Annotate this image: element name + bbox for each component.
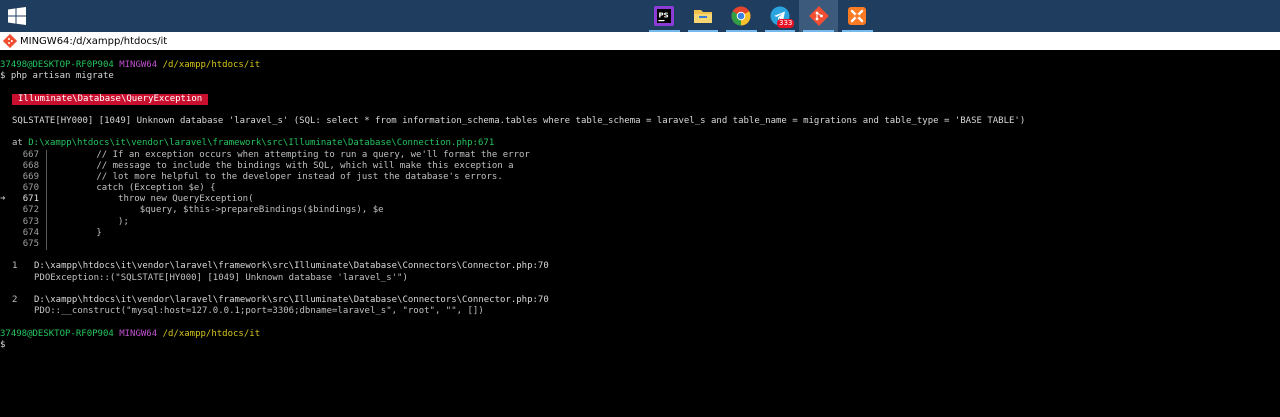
trace-frame: 2 D:\xampp\htdocs\it\vendor\laravel\frame…	[0, 295, 1268, 306]
code-line-marker	[0, 228, 12, 239]
prompt-line: 37498@DESKTOP-RF0P904 MINGW64 /d/xampp/h…	[0, 60, 1268, 71]
xampp-icon	[848, 7, 867, 25]
line-number: 675	[22, 239, 39, 249]
code-gutter	[39, 205, 47, 217]
error-message: SQLSTATE[HY000] [1049] Unknown database …	[12, 115, 1026, 126]
code-line-marker	[0, 205, 12, 216]
line-number: 673	[22, 216, 39, 227]
code-gutter	[39, 216, 47, 228]
taskbar-chrome[interactable]	[722, 0, 761, 32]
exception-class-badge: Illuminate\Database\QueryException	[12, 93, 209, 105]
taskbar-pinned-apps: PS 333	[645, 0, 877, 32]
code-line-marker	[0, 217, 12, 228]
code-line-marker	[0, 172, 12, 183]
trace-number: 2	[12, 294, 18, 305]
code-text: catch (Exception $e) {	[53, 183, 216, 194]
trace-file: D:\xampp\htdocs\it\vendor\laravel\framew…	[34, 261, 549, 272]
code-line: 670 catch (Exception $e) {	[0, 183, 1268, 195]
code-line: 675	[0, 239, 1268, 251]
trace-call: PDOException::("SQLSTATE[HY000] [1049] U…	[34, 272, 408, 283]
code-text: );	[53, 216, 129, 227]
code-line: 667 // If an exception occurs when attem…	[0, 149, 1268, 161]
code-gutter	[39, 149, 47, 161]
trace-call: PDO::__construct("mysql:host=127.0.0.1;p…	[34, 306, 484, 317]
prompt-path: /d/xampp/htdocs/it	[162, 328, 261, 339]
prompt-shell: MINGW64	[119, 60, 158, 70]
at-file: D:\xampp\htdocs\it\vendor\laravel\framew…	[28, 138, 473, 149]
taskbar-file-explorer[interactable]	[684, 0, 723, 32]
taskbar: PS 333	[0, 0, 1280, 32]
code-text: $query, $this->prepareBindings($bindings…	[53, 205, 384, 216]
phpstorm-icon: PS	[654, 6, 675, 26]
taskbar-git-bash[interactable]	[799, 0, 838, 32]
taskbar-xampp[interactable]	[838, 0, 877, 32]
input-prompt[interactable]: $	[0, 340, 1268, 351]
code-line-marker	[0, 183, 12, 194]
command-line: $ php artisan migrate	[0, 71, 114, 82]
code-gutter	[39, 160, 47, 172]
line-number: 667	[22, 149, 39, 160]
windows-start-icon[interactable]	[8, 7, 26, 25]
file-explorer-icon	[693, 10, 712, 23]
current-line-arrow-icon: ➜	[0, 194, 6, 205]
code-text: // message to include the bindings with …	[53, 160, 514, 171]
code-gutter	[39, 194, 47, 206]
code-line: 673 );	[0, 216, 1268, 228]
line-number: 668	[22, 160, 39, 171]
terminal-output[interactable]: 37498@DESKTOP-RF0P904 MINGW64 /d/xampp/h…	[0, 50, 1268, 417]
trace-frame: 1 D:\xampp\htdocs\it\vendor\laravel\frame…	[0, 261, 1268, 272]
code-gutter	[39, 171, 47, 184]
window-title: MINGW64:/d/xampp/htdocs/it	[20, 35, 168, 47]
taskbar-telegram[interactable]: 333	[761, 0, 800, 32]
telegram-unread-badge: 333	[777, 19, 795, 28]
code-text: }	[53, 227, 102, 238]
taskbar-phpstorm[interactable]: PS	[645, 0, 684, 32]
prompt-shell: MINGW64	[119, 328, 158, 339]
code-line: ➜ 671 throw new QueryException(	[0, 194, 1268, 206]
code-line-marker	[0, 239, 12, 250]
prompt-path: /d/xampp/htdocs/it	[162, 60, 261, 70]
code-line: 674 }	[0, 227, 1268, 239]
code-line: 672 $query, $this->prepareBindings($bind…	[0, 205, 1268, 217]
code-gutter	[39, 227, 47, 239]
line-number: 671	[22, 194, 39, 205]
code-line: 668 // message to include the bindings w…	[0, 160, 1268, 172]
prompt-user: 37498@DESKTOP-RF0P904	[0, 328, 114, 339]
code-line-marker	[0, 161, 12, 172]
line-number: 670	[22, 183, 39, 194]
code-text: // lot more helpful to the developer ins…	[53, 171, 503, 182]
code-line-marker	[0, 150, 12, 161]
window-title-bar[interactable]: MINGW64:/d/xampp/htdocs/it	[0, 32, 1280, 50]
trace-number: 1	[12, 261, 18, 272]
code-snippet: 667 // If an exception occurs when attem…	[0, 149, 1268, 251]
prompt-user: 37498@DESKTOP-RF0P904	[0, 60, 114, 70]
at-line: :671	[472, 138, 495, 149]
git-icon	[808, 6, 829, 26]
line-number: 674	[22, 227, 39, 238]
code-gutter	[39, 239, 47, 251]
terminal-scrollbar[interactable]	[1268, 50, 1280, 417]
mingw-app-icon[interactable]	[3, 34, 17, 48]
code-line: 669 // lot more helpful to the developer…	[0, 171, 1268, 184]
code-text: // If an exception occurs when attemptin…	[53, 149, 530, 160]
line-number: 669	[22, 171, 39, 182]
prompt-line: 37498@DESKTOP-RF0P904 MINGW64 /d/xampp/h…	[0, 329, 1268, 340]
chrome-icon	[731, 6, 751, 26]
code-gutter	[39, 183, 47, 195]
exception-line: Illuminate\Database\QueryException	[0, 93, 1268, 105]
code-text: throw new QueryException(	[53, 194, 254, 205]
at-prefix: at	[12, 138, 29, 149]
svg-text:PS: PS	[659, 12, 669, 20]
trace-file: D:\xampp\htdocs\it\vendor\laravel\framew…	[34, 294, 549, 305]
line-number: 672	[22, 205, 39, 216]
error-location: at D:\xampp\htdocs\it\vendor\laravel\fra…	[0, 138, 1268, 149]
